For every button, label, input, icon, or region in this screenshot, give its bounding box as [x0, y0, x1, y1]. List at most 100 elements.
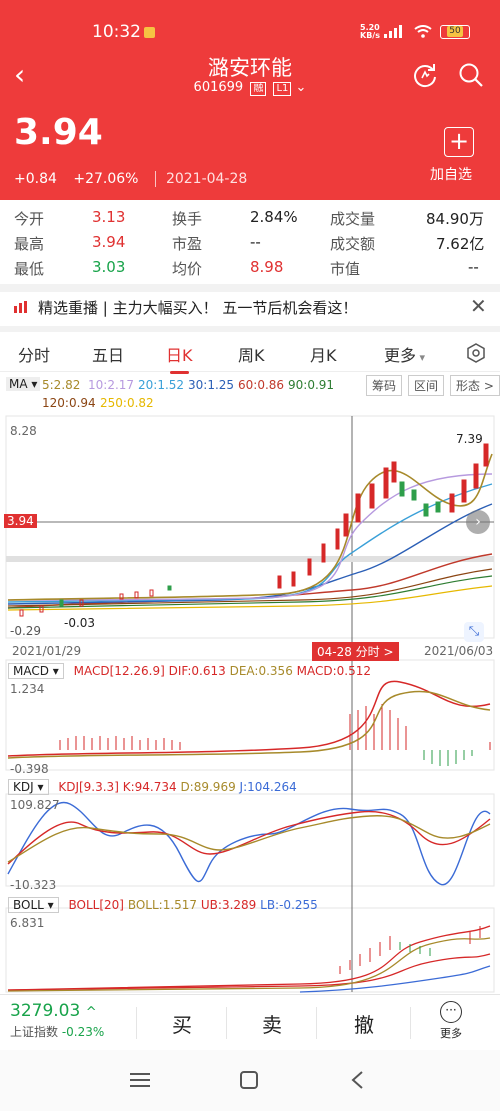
- cancel-order-button[interactable]: 撤: [354, 1009, 374, 1038]
- kline-low-label: -0.03: [64, 616, 96, 630]
- quote-date: 2021-04-28: [154, 171, 248, 187]
- chevron-up-icon: ^: [85, 1005, 97, 1020]
- kdj-d: D:89.969: [180, 780, 236, 794]
- clock: 10:32: [92, 22, 141, 42]
- signal-icon: [384, 25, 402, 38]
- home-icon[interactable]: [240, 1071, 258, 1089]
- macd-bottom: -0.398: [10, 762, 49, 776]
- more-dots-icon: ···: [440, 1001, 462, 1023]
- stat-value: 8.98: [250, 258, 284, 276]
- tab-intraday[interactable]: 分时: [18, 342, 50, 366]
- stat-value: 2.84%: [250, 208, 298, 226]
- boll-params: BOLL[20]: [68, 898, 124, 912]
- tab-daily-k[interactable]: 日K: [166, 342, 193, 374]
- kdj-k: K:94.734: [122, 780, 177, 794]
- index-change: -0.23%: [61, 1025, 105, 1039]
- back-nav-icon[interactable]: [350, 1071, 364, 1089]
- stat-label: 最低: [14, 260, 45, 278]
- close-icon[interactable]: ✕: [470, 294, 487, 318]
- price-change-row: +0.84 +27.06% 2021-04-28: [14, 171, 259, 187]
- chips-button[interactable]: 筹码: [366, 375, 403, 396]
- network-speed: 5.20 KB/s: [360, 23, 380, 40]
- ma10-value: 10:2.17: [88, 378, 135, 392]
- kdj-top: 109.827: [10, 798, 60, 812]
- kdj-bottom: -10.323: [10, 878, 57, 892]
- divider: [0, 326, 500, 332]
- left-arrow-button[interactable]: [4, 510, 36, 534]
- ma30-value: 30:1.25: [188, 378, 235, 392]
- divider: [410, 1007, 411, 1039]
- macd-selector[interactable]: MACD ▾: [8, 663, 64, 679]
- add-watchlist-button[interactable]: +: [444, 127, 474, 157]
- kdj-selector[interactable]: KDJ ▾: [8, 779, 49, 795]
- kline-chart-area[interactable]: 8.28 3.94 7.39 -0.03 -0.29 ⤡ 2021/01/29 …: [0, 414, 500, 994]
- stock-code-row[interactable]: 601699 融 L1 ⌄: [150, 80, 350, 96]
- stat-value: --: [250, 233, 261, 251]
- back-button[interactable]: ‹: [14, 60, 44, 90]
- level-tag: L1: [273, 82, 292, 96]
- divider: [316, 1007, 317, 1039]
- refresh-icon[interactable]: [412, 62, 438, 88]
- boll-legend: BOLL ▾ BOLL[20] BOLL:1.517 UB:3.289 LB:-…: [8, 897, 318, 913]
- more-button[interactable]: ··· 更多: [440, 1001, 462, 1041]
- add-watchlist-label[interactable]: 加自选: [430, 164, 472, 184]
- index-name: 上证指数: [10, 1025, 59, 1039]
- stat-label: 换手: [172, 210, 203, 228]
- news-text: 精选重播 | 主力大幅买入！ 五一节后机会看这！: [38, 299, 358, 317]
- tab-more[interactable]: 更多 ▾: [384, 342, 425, 366]
- range-button[interactable]: 区间: [408, 375, 445, 396]
- menu-icon[interactable]: [130, 1072, 150, 1088]
- kdj-legend: KDJ ▾ KDJ[9.3.3] K:94.734 D:89.969 J:104…: [8, 779, 297, 795]
- sell-button[interactable]: 卖: [262, 1009, 282, 1038]
- stat-value: 84.90万: [426, 210, 484, 228]
- stat-label: 今开: [14, 210, 45, 228]
- stat-label: 市盈: [172, 235, 203, 253]
- stat-label: 市值: [330, 260, 361, 278]
- chevron-down-icon: ⌄: [295, 80, 307, 95]
- index-ticker[interactable]: 3279.03 ^ 上证指数 -0.23%: [10, 1001, 104, 1040]
- margin-tag: 融: [250, 82, 267, 96]
- macd-top: 1.234: [10, 682, 45, 696]
- search-icon[interactable]: [458, 62, 484, 88]
- stat-label: 最高: [14, 235, 45, 253]
- boll-selector[interactable]: BOLL ▾: [8, 897, 59, 913]
- macd-value: MACD:0.512: [296, 664, 372, 678]
- tab-five-day[interactable]: 五日: [92, 342, 124, 366]
- trade-bar: 3279.03 ^ 上证指数 -0.23% 买 卖 撤 ··· 更多: [0, 994, 500, 1050]
- ma-legend: MA ▾ 5:2.82 10:2.17 20:1.52 30:1.25 60:0…: [0, 374, 500, 414]
- kline-peak-label: 7.39: [456, 432, 483, 446]
- macd-params: MACD[12.26.9]: [73, 664, 165, 678]
- price-change-pct: +27.06%: [73, 171, 139, 187]
- stat-value: --: [468, 258, 479, 276]
- ma60-value: 60:0.86: [238, 378, 285, 392]
- ma-selector[interactable]: MA ▾: [6, 377, 41, 391]
- boll-ub: UB:3.289: [200, 898, 257, 912]
- news-banner[interactable]: 精选重播 | 主力大幅买入！ 五一节后机会看这！ ✕: [0, 290, 500, 324]
- stat-value: 7.62亿: [436, 235, 485, 253]
- period-tabs: 分时 五日 日K 周K 月K 更多 ▾: [0, 336, 500, 374]
- quote-header: 10:32 5.20 KB/s 50 ‹ 潞安环能 601699 融 L1 ⌄ 3…: [0, 0, 500, 200]
- buy-button[interactable]: 买: [172, 1009, 192, 1038]
- stats-grid: 今开 3.13 最高 3.94 最低 3.03 换手 2.84% 市盈 -- 均…: [0, 200, 500, 284]
- ma120-value: 120:0.94: [42, 396, 96, 410]
- settings-icon[interactable]: [466, 343, 486, 363]
- fullscreen-icon[interactable]: ⤡: [464, 622, 484, 642]
- kline-high-label: 8.28: [10, 424, 37, 438]
- macd-dea: DEA:0.356: [229, 664, 293, 678]
- battery-icon: 50: [440, 25, 470, 39]
- divider: [136, 1007, 137, 1039]
- stock-name: 潞安环能: [208, 56, 292, 80]
- tab-monthly-k[interactable]: 月K: [310, 342, 337, 366]
- wifi-icon: [414, 25, 432, 38]
- price-change: +0.84: [14, 171, 57, 187]
- macd-legend: MACD ▾ MACD[12.26.9] DIF:0.613 DEA:0.356…: [8, 663, 372, 679]
- boll-lb: LB:-0.255: [260, 898, 318, 912]
- chevron-right-icon[interactable]: ›: [466, 510, 490, 534]
- crosshair-date-button[interactable]: 04-28 分时 >: [312, 642, 399, 661]
- pattern-button[interactable]: 形态 >: [450, 375, 500, 396]
- divider: [226, 1007, 227, 1039]
- date-start: 2021/01/29: [12, 644, 82, 658]
- system-nav-bar: [0, 1050, 500, 1111]
- macd-dif: DIF:0.613: [168, 664, 226, 678]
- tab-weekly-k[interactable]: 周K: [238, 342, 265, 366]
